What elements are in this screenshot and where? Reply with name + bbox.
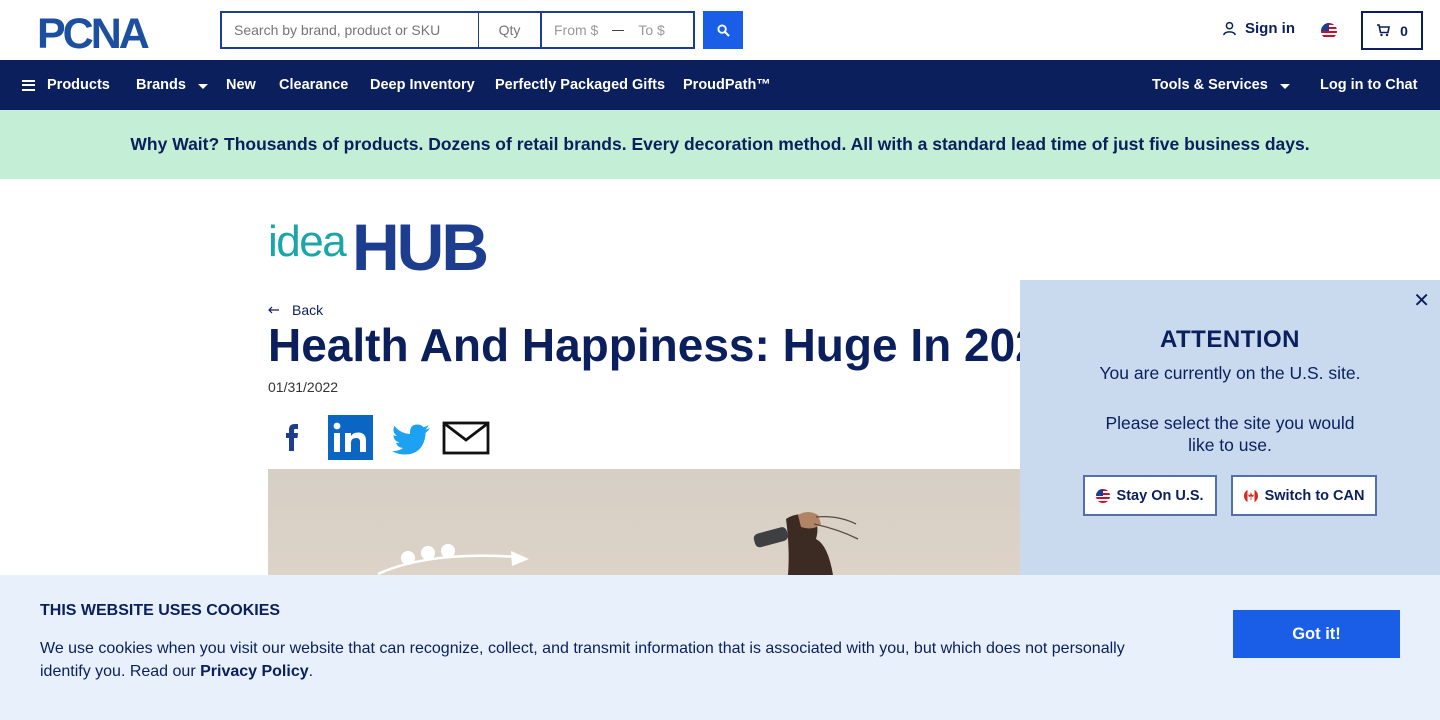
nav-tools[interactable]: Tools & Services [1152, 60, 1290, 110]
nav-new[interactable]: New [226, 60, 256, 110]
nav-gifts-label[interactable]: Perfectly Packaged Gifts [495, 77, 665, 93]
cookie-banner: THIS WEBSITE USES COOKIES We use cookies… [0, 575, 1440, 720]
linkedin-icon[interactable] [318, 414, 376, 460]
search-icon [716, 23, 730, 37]
article-title: Health And Happiness: Huge In 2022 [268, 319, 1020, 371]
close-icon[interactable]: ✕ [1413, 288, 1430, 313]
us-flag-icon [1095, 488, 1110, 503]
switch-can-button[interactable]: Switch to CAN [1230, 475, 1378, 516]
search-button[interactable] [703, 11, 743, 49]
logo-text: PCNA [37, 12, 149, 52]
email-icon[interactable] [434, 414, 492, 460]
nav-chat-label[interactable]: Log in to Chat [1320, 77, 1417, 93]
pcna-logo[interactable]: PCNA [37, 12, 185, 52]
attention-prompt: Please select the site you would like to… [1105, 413, 1355, 455]
user-icon [1223, 21, 1236, 36]
switch-can-label[interactable]: Switch to CAN [1265, 488, 1365, 504]
attention-buttons: Stay On U.S. Switch to CAN [1020, 475, 1440, 516]
promo-banner: Why Wait? Thousands of products. Dozens … [0, 110, 1440, 179]
cookie-suffix: . [308, 663, 314, 680]
article-date: 01/31/2022 [268, 379, 339, 395]
qty-input[interactable] [478, 11, 540, 49]
sign-in-link[interactable]: Sign in [1222, 20, 1295, 37]
nav-proudpath-label[interactable]: ProudPath™ [683, 77, 771, 93]
canada-flag-icon [1243, 488, 1258, 503]
svg-text:idea: idea [268, 217, 347, 266]
cart-count: 0 [1400, 22, 1408, 39]
nav-tools-label[interactable]: Tools & Services [1152, 77, 1268, 93]
search-input[interactable] [220, 11, 478, 49]
menu-icon [22, 79, 35, 91]
nav-clearance[interactable]: Clearance [279, 60, 348, 110]
nav-products[interactable]: Products [22, 60, 110, 110]
chevron-down-icon [197, 83, 208, 89]
accept-cookies-button[interactable]: Got it! [1233, 610, 1400, 658]
stay-us-button[interactable]: Stay On U.S. [1082, 475, 1217, 516]
chevron-down-icon [1279, 83, 1290, 89]
price-from-label[interactable]: From $ [554, 22, 598, 38]
privacy-policy-link[interactable]: Privacy Policy [200, 663, 309, 680]
nav-products-label[interactable]: Products [47, 77, 110, 93]
nav-deep-inventory-label[interactable]: Deep Inventory [370, 77, 475, 93]
price-dash [612, 29, 625, 31]
main-nav: Products Brands New Clearance Deep Inven… [0, 60, 1440, 110]
runner-illustration [377, 512, 859, 575]
sign-in-label[interactable]: Sign in [1245, 20, 1295, 37]
search-bar: From $ To $ [220, 11, 695, 49]
twitter-icon[interactable] [376, 414, 434, 460]
cookie-text: We use cookies when you visit our websit… [40, 637, 1150, 683]
price-range[interactable]: From $ To $ [540, 11, 695, 49]
svg-text:HUB: HUB [352, 212, 486, 274]
us-flag-icon[interactable] [1321, 23, 1337, 39]
site-select-popup: ✕ ATTENTION You are currently on the U.S… [1020, 280, 1440, 575]
nav-new-label[interactable]: New [226, 77, 256, 93]
nav-deep-inventory[interactable]: Deep Inventory [370, 60, 475, 110]
back-link[interactable]: Back [268, 302, 323, 318]
hero-image [268, 469, 1020, 575]
cart-button[interactable]: 0 [1361, 11, 1423, 50]
facebook-icon[interactable] [268, 414, 318, 460]
back-label[interactable]: Back [292, 302, 323, 318]
attention-message: You are currently on the U.S. site. [1099, 363, 1361, 383]
promo-text: Why Wait? Thousands of products. Dozens … [130, 134, 1310, 154]
nav-gifts[interactable]: Perfectly Packaged Gifts [495, 60, 665, 110]
cookie-title: THIS WEBSITE USES COOKIES [40, 602, 281, 619]
arrow-left-icon [268, 306, 279, 314]
nav-brands[interactable]: Brands [136, 60, 208, 110]
cart-icon [1377, 24, 1391, 37]
nav-clearance-label[interactable]: Clearance [279, 77, 348, 93]
price-to-label[interactable]: To $ [638, 22, 664, 38]
attention-title: ATTENTION [1159, 326, 1301, 353]
nav-chat[interactable]: Log in to Chat [1320, 60, 1417, 110]
share-bar [268, 414, 492, 460]
ideahub-logo[interactable]: idea HUB [268, 212, 520, 274]
stay-us-label[interactable]: Stay On U.S. [1117, 488, 1204, 504]
nav-proudpath[interactable]: ProudPath™ [683, 60, 771, 110]
top-header: PCNA From $ To $ Sign in [0, 0, 1440, 60]
nav-brands-label[interactable]: Brands [136, 77, 186, 93]
